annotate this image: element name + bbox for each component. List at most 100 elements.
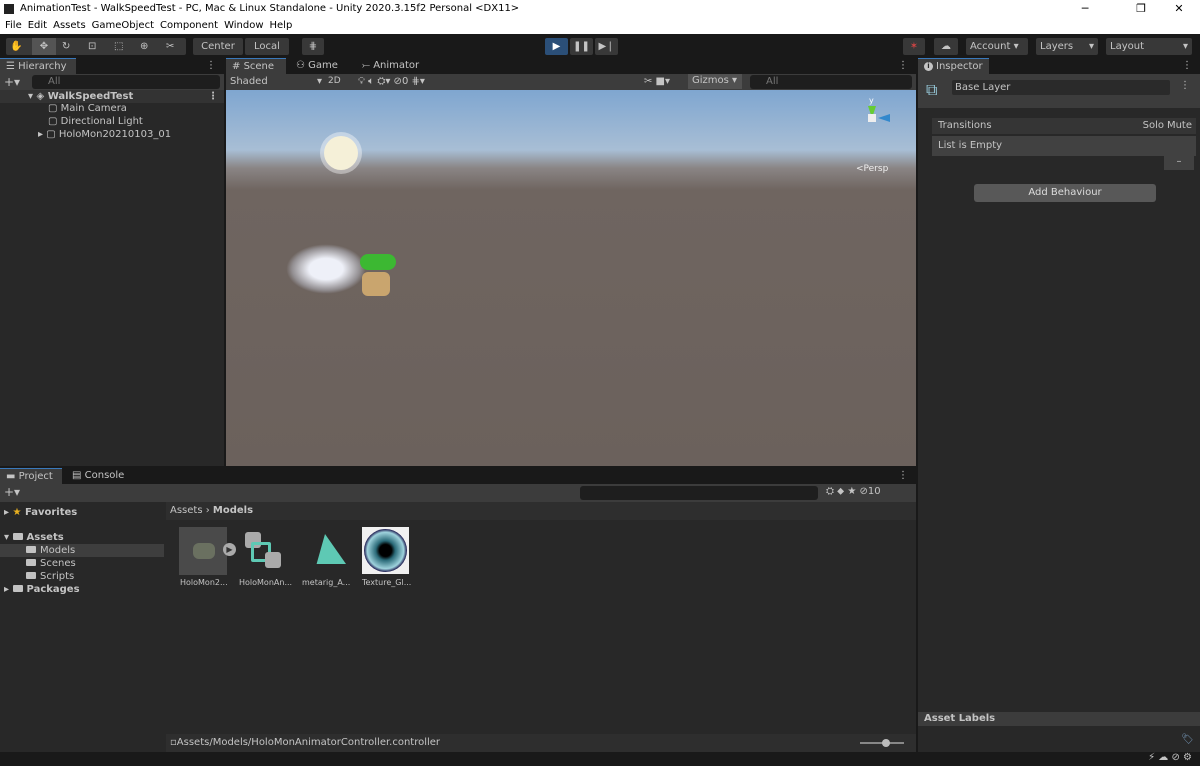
layer-name-field[interactable]: Base Layer <box>952 80 1170 95</box>
menu-component[interactable]: Component <box>160 20 218 31</box>
tab-inspector[interactable]: i Inspector <box>918 58 989 74</box>
layer-icon: ⧉ <box>926 80 938 99</box>
expand-play-icon: ▶ <box>223 543 236 556</box>
asset-label: metarig_A... <box>302 578 351 587</box>
add-behaviour-button[interactable]: Add Behaviour <box>974 184 1156 202</box>
folder-scripts[interactable]: Scripts <box>26 570 74 583</box>
add-button[interactable]: +▾ <box>4 75 20 89</box>
animation-clip-icon[interactable] <box>316 534 346 564</box>
asset-label: HoloMonAn... <box>239 578 293 587</box>
scene-panel: # Scene ⚇ Game ⤚ Animator ⋮ Shaded ▾ 2D 💡… <box>226 58 916 466</box>
lock-icon[interactable]: ⋮ <box>206 60 216 71</box>
menu-edit[interactable]: Edit <box>28 20 47 31</box>
pivot-center-button[interactable]: Center <box>193 38 243 55</box>
favorites-item[interactable]: ▸ ★ Favorites <box>4 506 77 519</box>
menu-bar: File Edit Assets GameObject Component Window H… <box>0 18 1200 34</box>
menu-file[interactable]: File <box>5 20 22 31</box>
asset-label: HoloMon2... <box>180 578 228 587</box>
menu-window[interactable]: Window <box>224 20 263 31</box>
list-item[interactable]: ▸ ▢ HoloMon20210103_01 <box>38 128 171 141</box>
project-panel: ▬ Project ▤ Console ⋮ +▾ ⛭ ⬥ ★ ⊘10 ▸ ★ F… <box>0 468 916 752</box>
menu-help[interactable]: Help <box>270 20 293 31</box>
tab-console[interactable]: ▤ Console <box>66 468 130 484</box>
folder-models[interactable]: Models <box>0 544 164 557</box>
toolbar: ✋ ✥ ↻ ⊡ ⬚ ⊕ ✂ Center Local ⋕ ▶ ❚❚ ▶❘ ✶ ☁… <box>0 34 1200 100</box>
tools-icon[interactable]: ✂ ■▾ <box>644 75 670 88</box>
asset-path-bar: ▫Assets/Models/HoloMonAnimatorController… <box>166 734 916 752</box>
info-icon: i <box>924 61 933 71</box>
holomon-head <box>360 254 396 270</box>
pause-button[interactable]: ❚❚ <box>570 38 593 55</box>
tab-animator[interactable]: ⤚ Animator <box>356 58 425 74</box>
persp-label[interactable]: <Persp <box>856 164 888 174</box>
animator-controller-icon[interactable] <box>245 532 283 570</box>
asset-label: Texture_Gl... <box>362 578 412 587</box>
close-button[interactable]: ✕ <box>1156 0 1200 18</box>
remove-button[interactable]: – <box>1164 156 1194 170</box>
transform-tools: ✋ ✥ ↻ ⊡ ⬚ ⊕ ✂ <box>6 38 186 55</box>
collab-icon[interactable]: ✶ <box>903 38 925 55</box>
scene-toggles[interactable]: 💡︎ 🔈︎ ⛭▾ ⊘0 ⋕▾ <box>358 75 425 88</box>
minimize-button[interactable]: ─ <box>1062 0 1108 18</box>
layers-dropdown[interactable]: Layers ▾ <box>1036 38 1098 55</box>
thumbnail-size-slider[interactable] <box>860 739 904 747</box>
transitions-header: Transitions Solo Mute <box>932 118 1196 134</box>
step-button[interactable]: ▶❘ <box>595 38 618 55</box>
gizmos-dropdown[interactable]: Gizmos ▾ <box>688 74 742 89</box>
project-tree: ▸ ★ Favorites ▾ Assets Models Scenes Scr… <box>0 502 164 752</box>
folder-scenes[interactable]: Scenes <box>26 557 76 570</box>
rect-tool-icon[interactable]: ⬚ <box>114 38 123 55</box>
sun-light-icon <box>324 136 358 170</box>
scene-viewport[interactable]: y <Persp <box>226 90 916 466</box>
rotate-tool-icon[interactable]: ↻ <box>62 38 70 55</box>
hand-tool-icon[interactable]: ✋ <box>10 38 22 55</box>
panel-menu-icon[interactable]: ⋮ <box>898 60 908 71</box>
list-item[interactable]: ▢ Main Camera <box>48 102 127 115</box>
scene-gizmo[interactable]: y <box>854 96 890 138</box>
custom-tool-icon[interactable]: ✂ <box>166 38 174 55</box>
filter-icons[interactable]: ⛭ ⬥ ★ ⊘10 <box>826 486 881 497</box>
tab-scene[interactable]: # Scene <box>226 58 286 74</box>
tab-project[interactable]: ▬ Project <box>0 468 62 484</box>
tab-game[interactable]: ⚇ Game <box>290 58 344 74</box>
list-item[interactable]: ▢ Directional Light <box>48 115 143 128</box>
breadcrumb: Assets › Models <box>166 502 916 520</box>
pivot-local-button[interactable]: Local <box>245 38 289 55</box>
holomon-body <box>362 272 390 296</box>
2d-toggle[interactable]: 2D <box>328 75 341 88</box>
scale-tool-icon[interactable]: ⊡ <box>88 38 96 55</box>
asset-labels-header: Asset Labels <box>918 712 1200 726</box>
assets-folder[interactable]: ▾ Assets <box>4 531 64 544</box>
panel-menu-icon[interactable]: ⋮ <box>1182 60 1192 71</box>
title-bar: AnimationTest - WalkSpeedTest - PC, Mac … <box>0 0 1200 18</box>
cloud-icon[interactable]: ☁ <box>934 38 958 55</box>
panel-menu-icon[interactable]: ⋮ <box>898 470 908 481</box>
play-button[interactable]: ▶ <box>545 38 568 55</box>
inspector-panel: ⋮ i Inspector ⧉ Base Layer ⋮ Transitions S… <box>918 58 1200 752</box>
menu-gameobject[interactable]: GameObject <box>92 20 154 31</box>
menu-assets[interactable]: Assets <box>53 20 86 31</box>
shading-dropdown[interactable]: Shaded ▾ <box>230 75 322 88</box>
holomon-model[interactable] <box>286 244 366 294</box>
settings-icon[interactable]: ⋮ <box>1180 80 1190 91</box>
status-icons[interactable]: ⚡ ☁ ⊘ ⚙ <box>1148 752 1192 763</box>
asset-model-thumb[interactable]: ▶ <box>179 527 236 575</box>
create-button[interactable]: +▾ <box>4 485 20 499</box>
grid-snap-icon[interactable]: ⋕ <box>302 38 324 55</box>
window-title: AnimationTest - WalkSpeedTest - PC, Mac … <box>20 3 520 14</box>
packages-folder[interactable]: ▸ Packages <box>4 583 80 596</box>
move-tool-icon[interactable]: ✥ <box>32 38 56 55</box>
unity-logo-icon <box>4 4 14 14</box>
layout-dropdown[interactable]: Layout ▾ <box>1106 38 1192 55</box>
account-dropdown[interactable]: Account ▾ <box>966 38 1028 55</box>
transform-tool-icon[interactable]: ⊕ <box>140 38 148 55</box>
project-search[interactable] <box>580 486 818 500</box>
inspector-tab-label: Inspector <box>936 61 983 72</box>
status-bar: ⚡ ☁ ⊘ ⚙ <box>0 752 1200 766</box>
label-tag-icon[interactable]: 🏷︎ <box>1181 734 1194 745</box>
tab-hierarchy[interactable]: ☰ Hierarchy <box>0 58 76 74</box>
hierarchy-panel: ☰ Hierarchy ⋮ +▾ All ▾ ◈ WalkSpeedTest ⋮ … <box>0 58 224 466</box>
hierarchy-search[interactable]: All <box>32 75 220 89</box>
texture-thumb[interactable] <box>362 527 409 574</box>
scene-search[interactable]: All <box>750 75 912 89</box>
